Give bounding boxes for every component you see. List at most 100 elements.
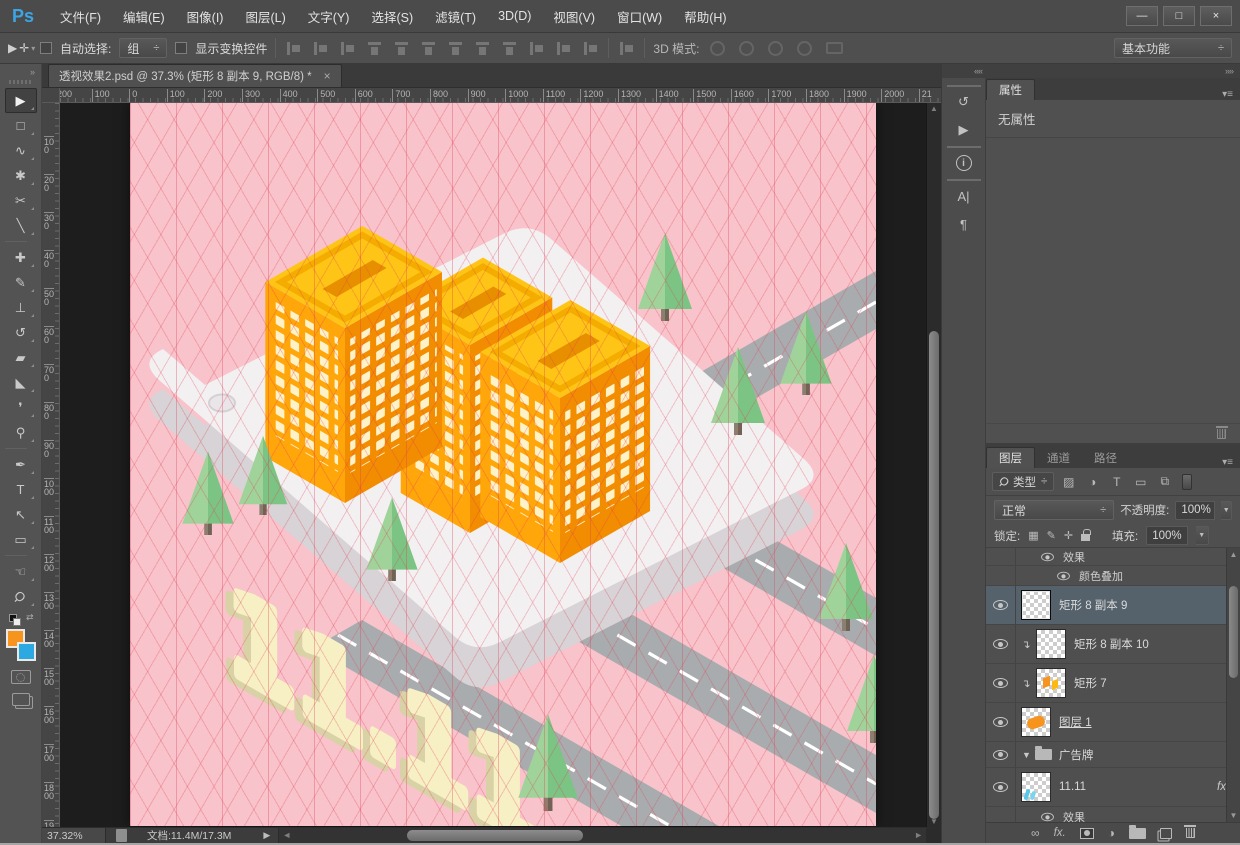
filter-shape-layers-icon[interactable]: ▭ xyxy=(1131,475,1150,489)
lock-transparency-icon[interactable]: ▦ xyxy=(1028,529,1038,542)
quick-selection-tool[interactable]: ✱ xyxy=(5,163,37,188)
layer-row-selected[interactable]: 矩形 8 副本 9 xyxy=(986,586,1240,625)
expand-panels-icon[interactable]: »» xyxy=(1225,66,1233,76)
menu-help[interactable]: 帮助(H) xyxy=(673,7,737,26)
crop-tool[interactable]: ✂ xyxy=(5,188,37,213)
distribute-right-icon[interactable] xyxy=(583,42,598,55)
effect-visibility-eye-icon[interactable] xyxy=(1041,552,1054,561)
layer-visibility-eye-icon[interactable] xyxy=(993,782,1008,792)
vertical-scrollbar[interactable]: ▲ ▼ xyxy=(926,103,941,827)
move-tool[interactable]: ▶ xyxy=(5,88,37,113)
canvas[interactable]: 11.11 11.11 xyxy=(130,103,876,826)
background-color-swatch[interactable] xyxy=(17,642,36,661)
default-swatches-icon[interactable]: ⇄ xyxy=(8,612,34,626)
layer-row[interactable]: ↴ 矩形 7 xyxy=(986,664,1240,703)
toolbar-collapse-arrow[interactable]: » xyxy=(0,64,41,78)
character-panel-icon[interactable]: A| xyxy=(949,185,979,207)
link-layers-icon[interactable]: ∞ xyxy=(1031,826,1040,840)
horizontal-ruler[interactable]: 2001000100200300400500600700800900100011… xyxy=(60,88,941,102)
auto-select-dropdown[interactable]: 组÷ xyxy=(119,38,167,58)
layer-row[interactable]: 11.11 fx xyxy=(986,768,1240,807)
screen-mode-button[interactable] xyxy=(12,693,30,706)
auto-select-checkbox[interactable] xyxy=(40,42,52,54)
horizontal-scrollbar-thumb[interactable] xyxy=(407,830,583,841)
eraser-tool[interactable]: ▰ xyxy=(5,345,37,370)
info-panel-icon[interactable]: i xyxy=(949,152,979,174)
layer-effect-item[interactable]: 颜色叠加 xyxy=(986,566,1240,586)
lock-position-icon[interactable]: ✛ xyxy=(1064,529,1073,542)
actions-panel-icon[interactable]: ▶ xyxy=(949,119,979,141)
collapse-panels-icon[interactable]: «« xyxy=(974,66,982,76)
menu-filter[interactable]: 滤镜(T) xyxy=(424,7,487,26)
3d-slide-icon[interactable] xyxy=(797,41,812,56)
delete-icon[interactable] xyxy=(1217,429,1226,439)
paragraph-panel-icon[interactable]: ¶ xyxy=(949,213,979,235)
layer-list-scrollbar[interactable]: ▲ ▼ xyxy=(1226,548,1240,822)
menu-view[interactable]: 视图(V) xyxy=(542,7,606,26)
status-flyout-arrow-icon[interactable]: ▶ xyxy=(255,830,278,841)
path-selection-tool[interactable]: ↖ xyxy=(5,502,37,527)
vertical-scrollbar-thumb[interactable] xyxy=(929,331,939,819)
scroll-down-arrow-icon[interactable]: ▼ xyxy=(1227,811,1240,820)
effect-visibility-eye-icon[interactable] xyxy=(1041,812,1054,821)
3d-roll-icon[interactable] xyxy=(739,41,754,56)
zoom-level-field[interactable]: 37.32% xyxy=(42,828,106,843)
layer-visibility-eye-icon[interactable] xyxy=(993,639,1008,649)
menu-window[interactable]: 窗口(W) xyxy=(606,7,673,26)
delete-layer-icon[interactable] xyxy=(1186,828,1195,838)
new-group-icon[interactable] xyxy=(1129,828,1146,839)
rectangular-marquee-tool[interactable]: □ xyxy=(5,113,37,138)
opacity-value[interactable]: 100% xyxy=(1175,501,1215,520)
new-layer-icon[interactable] xyxy=(1160,828,1172,839)
menu-layer[interactable]: 图层(L) xyxy=(234,7,296,26)
layer-group-row[interactable]: ▼ 广告牌 xyxy=(986,742,1240,768)
filter-switch[interactable] xyxy=(1182,474,1192,490)
menu-select[interactable]: 选择(S) xyxy=(360,7,424,26)
align-bottom-edges-icon[interactable] xyxy=(422,41,435,56)
document-tab[interactable]: 透视效果2.psd @ 37.3% (矩形 8 副本 9, RGB/8) * × xyxy=(48,64,342,87)
fill-value[interactable]: 100% xyxy=(1146,526,1187,545)
fill-dropdown-arrow[interactable]: ▼ xyxy=(1196,526,1209,545)
3d-rotate-icon[interactable] xyxy=(710,41,725,56)
rectangle-tool[interactable]: ▭ xyxy=(5,527,37,552)
vertical-ruler[interactable]: 1002003004005006007008009001000110012001… xyxy=(42,103,60,827)
layer-thumbnail[interactable] xyxy=(1036,668,1066,698)
lock-pixels-icon[interactable]: ✎ xyxy=(1047,529,1056,542)
layer-list-scrollbar-thumb[interactable] xyxy=(1229,586,1238,678)
dodge-tool[interactable]: ⚲ xyxy=(5,420,37,445)
filter-type-dropdown[interactable]: Ϙ 类型 ÷ xyxy=(992,472,1054,491)
paint-bucket-tool[interactable]: ◣ xyxy=(5,370,37,395)
adjustment-layer-icon[interactable]: ◑ xyxy=(1108,826,1115,840)
filter-pixel-layers-icon[interactable]: ▨ xyxy=(1059,475,1078,489)
align-top-edges-icon[interactable] xyxy=(368,41,381,56)
layer-row[interactable]: 图层 1 xyxy=(986,703,1240,742)
workspace-switcher[interactable]: 基本功能÷ xyxy=(1114,38,1232,58)
scroll-right-arrow-icon[interactable]: ► xyxy=(914,830,923,840)
horizontal-scrollbar[interactable]: ◄ ► xyxy=(278,828,926,843)
tab-layers[interactable]: 图层 xyxy=(986,447,1035,468)
zoom-tool[interactable]: Ϙ xyxy=(5,584,37,609)
clone-stamp-tool[interactable]: ⊥ xyxy=(5,295,37,320)
auto-align-layers-icon[interactable] xyxy=(619,42,634,55)
toolbar-grip[interactable] xyxy=(9,80,33,84)
scroll-left-arrow-icon[interactable]: ◄ xyxy=(282,830,291,840)
align-left-edges-icon[interactable] xyxy=(286,42,301,55)
blur-tool[interactable]: ❜ xyxy=(5,395,37,420)
show-transform-checkbox[interactable] xyxy=(175,42,187,54)
add-layer-mask-icon[interactable] xyxy=(1080,828,1094,839)
menu-edit[interactable]: 编辑(E) xyxy=(112,7,176,26)
layer-visibility-eye-icon[interactable] xyxy=(993,750,1008,760)
lock-all-icon[interactable] xyxy=(1081,534,1090,541)
align-horizontal-centers-icon[interactable] xyxy=(313,42,328,55)
minimize-button[interactable]: — xyxy=(1126,6,1158,26)
page-icon[interactable] xyxy=(116,829,127,842)
history-brush-tool[interactable]: ↺ xyxy=(5,320,37,345)
filter-adjustment-layers-icon[interactable]: ◑ xyxy=(1083,475,1102,489)
maximize-button[interactable]: □ xyxy=(1163,6,1195,26)
scroll-up-arrow-icon[interactable]: ▲ xyxy=(927,104,941,113)
layer-thumbnail[interactable] xyxy=(1021,707,1051,737)
distribute-vertical-icon[interactable] xyxy=(476,41,489,56)
menu-type[interactable]: 文字(Y) xyxy=(297,7,361,26)
layer-thumbnail[interactable] xyxy=(1021,772,1051,802)
tab-paths[interactable]: 路径 xyxy=(1082,447,1129,468)
